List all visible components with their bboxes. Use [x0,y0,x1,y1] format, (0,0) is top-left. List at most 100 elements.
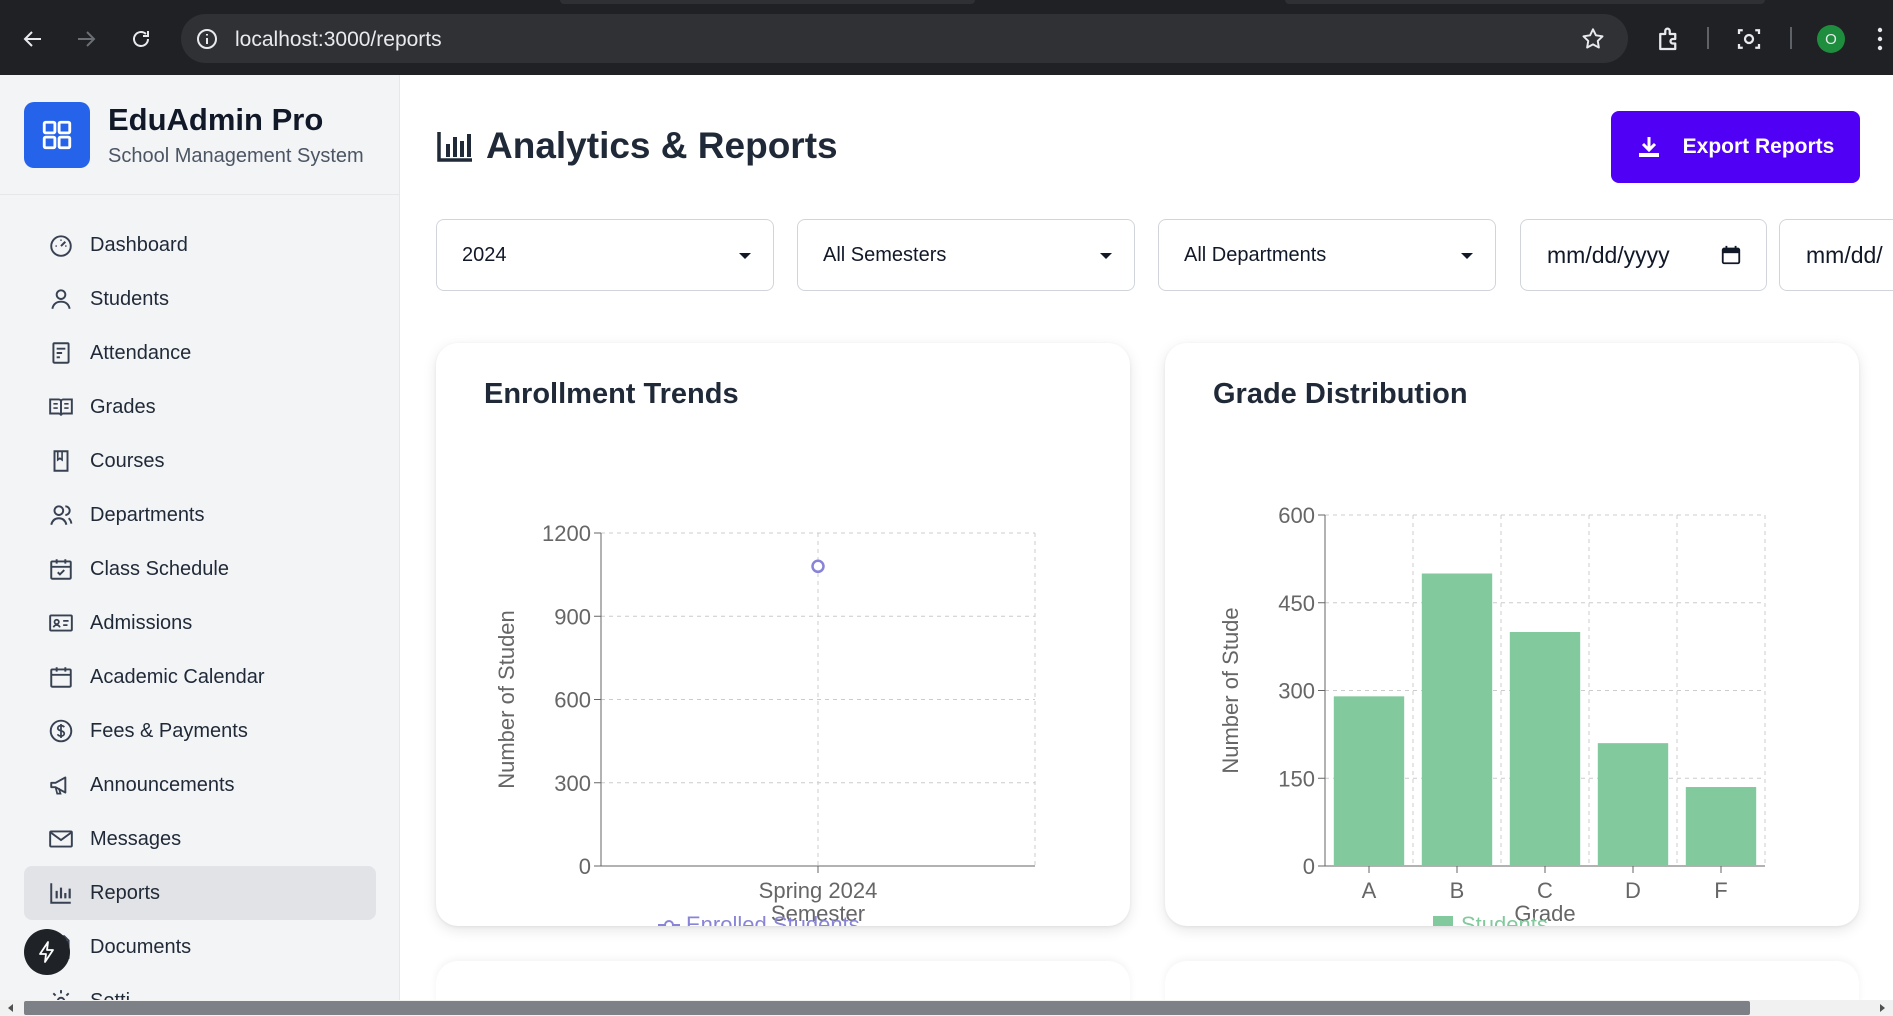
y-tick-label: 300 [1278,679,1315,704]
scroll-left-icon[interactable] [8,1004,13,1012]
data-point [811,559,825,574]
bookmark-star-icon[interactable] [1580,26,1606,52]
brand-header: EduAdmin Pro School Management System [0,75,399,195]
sidebar-item-students[interactable]: Students [24,272,376,326]
megaphone-icon [48,772,74,798]
sidebar-item-label: Messages [90,827,182,850]
toolbar-divider [1707,27,1709,49]
y-tick-label: 1200 [542,521,591,546]
enrollment-trends-card: Enrollment Trends 0 300 600 900 1200 Number o… [436,343,1130,926]
sidebar-item-label: Admissions [90,611,193,634]
sidebar-item-fees-payments[interactable]: Fees & Payments [24,704,376,758]
bar [1685,787,1757,866]
legend-swatch [1433,916,1453,926]
book-open-icon [48,394,74,420]
department-select-value: All Departments [1184,243,1327,266]
sidebar-item-label: Grades [90,395,156,418]
calendar-picker-icon[interactable] [1720,244,1742,266]
legend-point-marker [664,920,674,926]
browser-toolbar: localhost:3000/reports O [0,0,1893,75]
y-tick-label: 150 [1278,766,1315,791]
y-tick-label: 300 [554,771,591,796]
end-date-input[interactable]: mm/dd/ [1779,219,1893,291]
sidebar-item-admissions[interactable]: Admissions [24,596,376,650]
sidebar-item-reports[interactable]: Reports [24,866,376,920]
sidebar-item-messages[interactable]: Messages [24,812,376,866]
download-icon [1637,135,1661,159]
sidebar-menu: Dashboard Students Attendance Grades Courses… [24,218,376,1001]
x-tick-label: F [1714,878,1727,903]
site-info-icon[interactable] [195,27,219,51]
department-select[interactable]: All Departments [1158,219,1496,291]
next-card-stub [436,961,1130,1001]
sidebar-item-academic-calendar[interactable]: Academic Calendar [24,650,376,704]
screenshot-icon[interactable] [1734,24,1764,54]
sidebar-item-courses[interactable]: Courses [24,434,376,488]
export-label: Export Reports [1682,135,1835,158]
brand-subtitle: School Management System [108,145,364,167]
sidebar-item-class-schedule[interactable]: Class Schedule [24,542,376,596]
sidebar-item-label: Attendance [90,341,192,364]
semester-select-value: All Semesters [823,243,947,266]
enrollment-line-chart: 03006009001200Number of StudenSemesterSp… [494,521,1036,926]
y-tick-label: 600 [554,688,591,713]
horizontal-scrollbar[interactable] [0,1000,1893,1016]
export-reports-button[interactable]: Export Reports [1611,111,1860,183]
year-select[interactable]: 2024 [436,219,774,291]
address-bar[interactable]: localhost:3000/reports [181,14,1628,63]
bar [1421,573,1493,866]
scroll-right-icon[interactable] [1880,1004,1885,1012]
forward-icon[interactable] [69,22,103,56]
sidebar-item-label: Class Schedule [90,557,229,580]
reload-icon[interactable] [124,22,158,56]
sidebar-item-label: Fees & Payments [90,719,248,742]
grade-distribution-card: Grade Distribution 0 150 300 450 600 Number o… [1165,343,1859,926]
back-icon[interactable] [16,22,50,56]
tab-hint[interactable] [560,0,975,4]
dollar-circle-icon [48,718,74,744]
sidebar-item-label: Dashboard [90,233,188,256]
x-tick-label: A [1362,878,1377,903]
tab-strip [0,0,1893,13]
grid-logo-icon[interactable] [24,102,90,168]
scrollbar-thumb[interactable] [24,1001,1750,1015]
sidebar-item-label: Students [90,287,169,310]
page-title: Analytics & Reports [436,125,838,167]
start-date-placeholder: mm/dd/yyyy [1547,241,1670,268]
sidebar-item-label: Academic Calendar [90,665,265,688]
end-date-placeholder: mm/dd/ [1806,241,1883,268]
chevron-down-icon [1461,253,1473,259]
sidebar-item-grades[interactable]: Grades [24,380,376,434]
start-date-input[interactable]: mm/dd/yyyy [1520,219,1767,291]
sidebar-item-setti[interactable]: Setti [24,974,376,1001]
legend-label: Enrolled Students [686,912,860,926]
sidebar-item-label: Documents [90,935,192,958]
extensions-icon[interactable] [1654,24,1684,54]
url-text[interactable]: localhost:3000/reports [235,28,442,52]
x-tick-label: B [1450,878,1465,903]
bar [1597,743,1669,866]
calendar-icon [48,664,74,690]
x-tick-label: Spring 2024 [759,878,878,903]
tab-hint[interactable] [1285,0,1765,4]
sidebar-item-attendance[interactable]: Attendance [24,326,376,380]
toolbar-divider [1790,27,1792,49]
sidebar-item-label: Departments [90,503,205,526]
x-tick-label: C [1537,878,1553,903]
main-content: Analytics & Reports Export Reports 2024 … [400,75,1893,1001]
sidebar-item-documents[interactable]: Documents [24,920,376,974]
sidebar-item-dashboard[interactable]: Dashboard [24,218,376,272]
sidebar-item-departments[interactable]: Departments [24,488,376,542]
sidebar-item-announcements[interactable]: Announcements [24,758,376,812]
grade-bar-chart: 0150300450600Number of StudeGradeA B C D FSt… [1218,503,1766,926]
user-icon [48,286,74,312]
bar [1333,696,1405,866]
more-menu-icon[interactable] [1875,24,1885,54]
year-select-value: 2024 [462,243,507,266]
semester-select[interactable]: All Semesters [797,219,1135,291]
users-icon [48,502,74,528]
y-axis-label: Number of Stude [1218,607,1243,773]
profile-avatar[interactable]: O [1817,25,1845,53]
sidebar: EduAdmin Pro School Management System Da… [0,75,400,1001]
bolt-fab-icon[interactable] [24,929,70,975]
